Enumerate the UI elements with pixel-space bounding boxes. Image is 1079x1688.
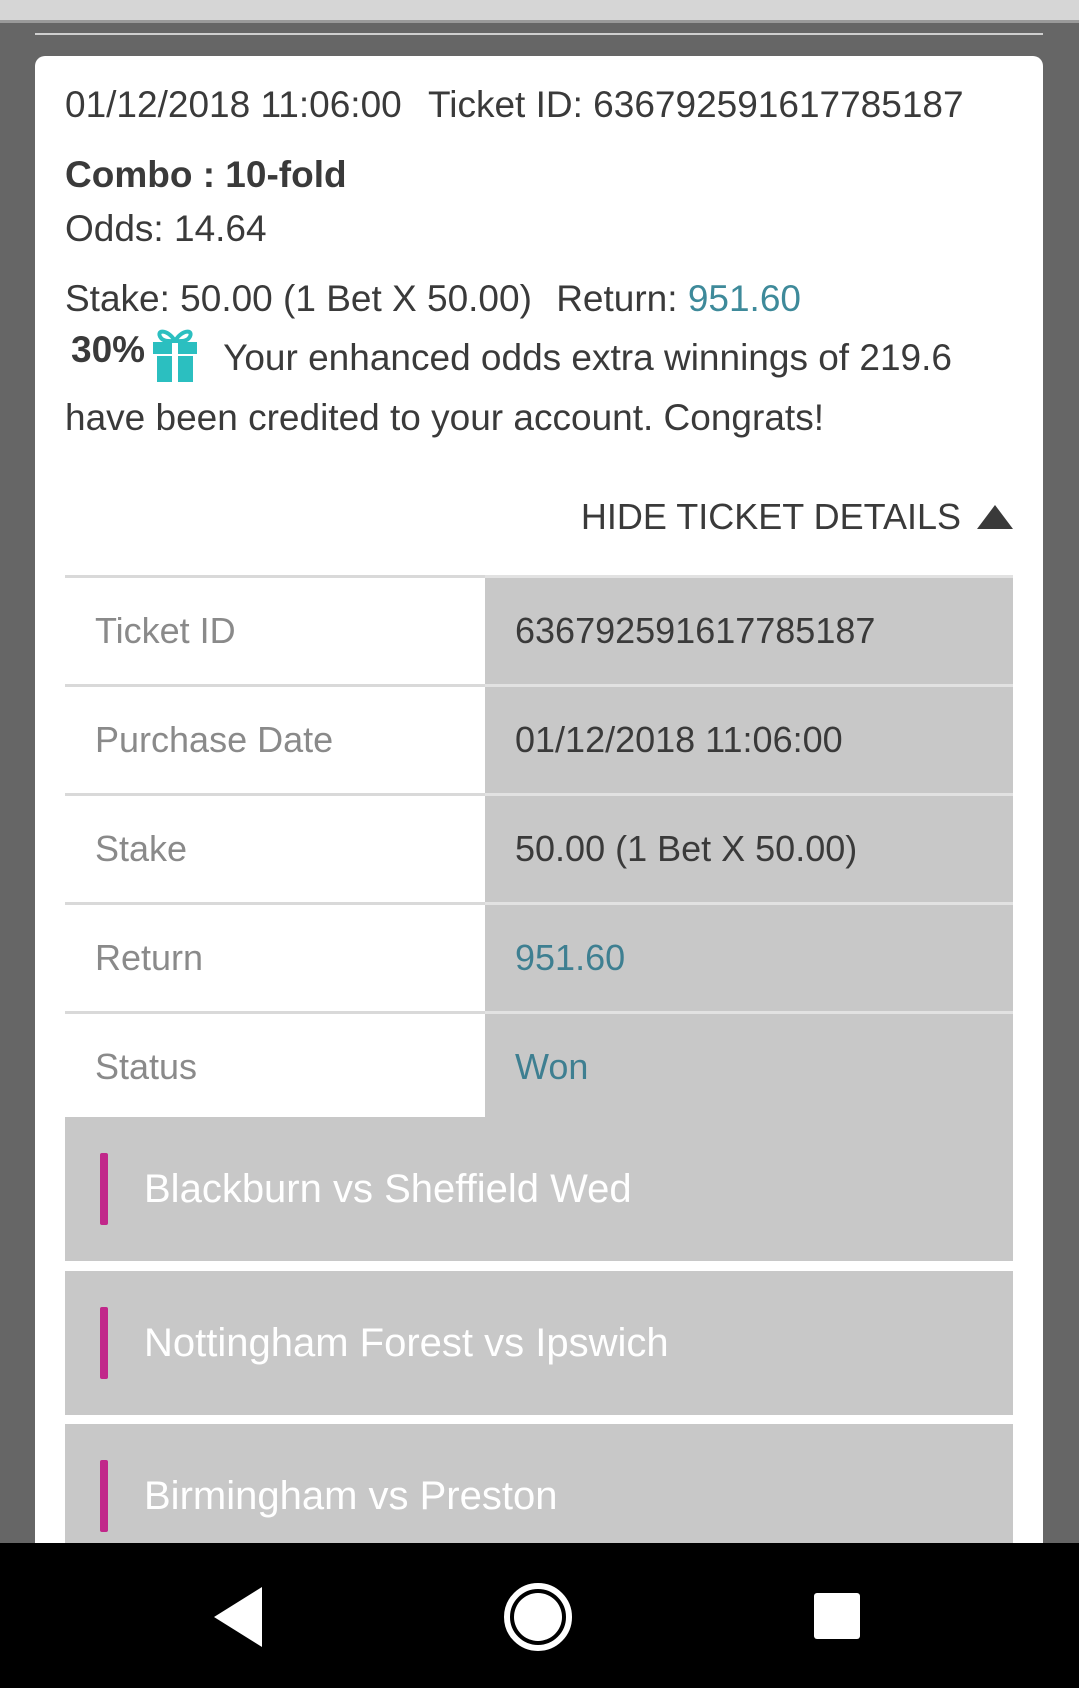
odds-value: Odds: 14.64 [65,208,267,249]
detail-value: 50.00 (1 Bet X 50.00) [485,793,1013,904]
enhanced-odds-promo: 30% Your enhanced odds extra winnings of… [65,328,1015,448]
ticket-card: 01/12/2018 11:06:00 Ticket ID: 636792591… [35,56,1043,1546]
status-value: Won [485,1011,1013,1120]
ticket-id-text: Ticket ID: 636792591617785187 [428,84,964,125]
recents-icon[interactable] [800,1579,876,1655]
promo-percent: 30% [71,329,146,370]
match-item[interactable]: Blackburn vs Sheffield Wed [65,1117,1013,1261]
return-value: 951.60 [687,278,801,319]
table-row: Status Won [65,1011,1013,1120]
ticket-header: 01/12/2018 11:06:00 Ticket ID: 636792591… [65,84,964,126]
detail-key: Purchase Date [65,684,485,795]
detail-key: Stake [65,793,485,904]
match-accent-bar [100,1460,108,1532]
table-row: Ticket ID 636792591617785187 [65,575,1013,686]
detail-key: Status [65,1011,485,1120]
match-item[interactable]: Nottingham Forest vs Ipswich [65,1271,1013,1415]
match-label: Nottingham Forest vs Ipswich [144,1320,669,1365]
match-label: Blackburn vs Sheffield Wed [144,1166,632,1211]
detail-key: Ticket ID [65,575,485,686]
gift-icon [149,324,201,384]
stake-return-line: Stake: 50.00 (1 Bet X 50.00) Return: 951… [65,278,801,320]
ticket-details-table: Ticket ID 636792591617785187 Purchase Da… [65,575,1013,1120]
match-item[interactable]: Birmingham vs Preston [65,1424,1013,1546]
ticket-date: 01/12/2018 11:06:00 [65,84,402,125]
divider [35,33,1043,35]
match-label: Birmingham vs Preston [144,1473,558,1518]
table-row: Stake 50.00 (1 Bet X 50.00) [65,793,1013,904]
back-icon[interactable] [200,1579,276,1655]
detail-value: 01/12/2018 11:06:00 [485,684,1013,795]
status-bar-strip [0,0,1079,23]
return-label: Return: [556,278,678,319]
detail-key: Return [65,902,485,1013]
match-accent-bar [100,1307,108,1379]
table-row: Purchase Date 01/12/2018 11:06:00 [65,684,1013,795]
detail-value: 951.60 [485,902,1013,1013]
hide-ticket-details-toggle[interactable]: HIDE TICKET DETAILS [581,496,1013,538]
stake-text: Stake: 50.00 (1 Bet X 50.00) [65,278,532,319]
detail-value: 636792591617785187 [485,575,1013,686]
combo-type: Combo : 10-fold [65,154,347,195]
home-icon[interactable] [500,1579,576,1655]
triangle-up-icon [977,505,1013,529]
table-row: Return 951.60 [65,902,1013,1013]
android-nav-bar [0,1543,1079,1688]
match-accent-bar [100,1153,108,1225]
toggle-label: HIDE TICKET DETAILS [580,496,961,537]
